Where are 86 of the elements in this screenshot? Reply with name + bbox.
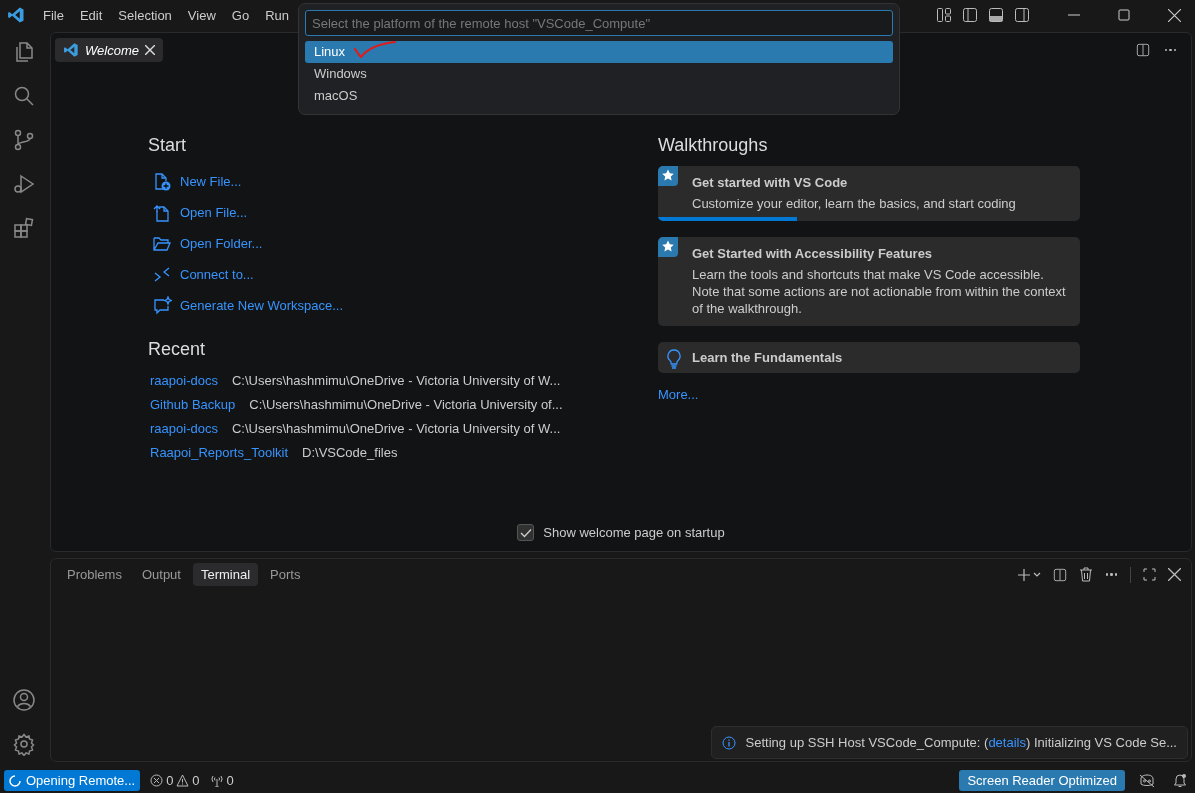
toggle-secondary-sidebar-icon[interactable] bbox=[1014, 7, 1030, 23]
details-link[interactable]: details bbox=[988, 735, 1026, 750]
more-link[interactable]: More... bbox=[658, 387, 1080, 402]
menu-item[interactable]: View bbox=[179, 7, 224, 23]
walkthrough-card[interactable]: Get started with VS Code Customize your editor, learn the basics, and start coding bbox=[658, 166, 1080, 221]
screen-reader-button[interactable]: Screen Reader Optimized bbox=[959, 770, 1125, 791]
recent-project-link[interactable]: raapoi-docs bbox=[150, 372, 218, 388]
customize-layout-icon[interactable] bbox=[936, 7, 952, 23]
maximize-icon[interactable] bbox=[1118, 9, 1130, 21]
panel-tab[interactable]: Output bbox=[133, 563, 189, 586]
walkthrough-title: Learn the Fundamentals bbox=[692, 350, 844, 365]
recent-project-link[interactable]: Github Backup bbox=[150, 396, 236, 412]
menu-item[interactable]: File bbox=[35, 7, 72, 23]
lightbulb-icon bbox=[666, 349, 682, 369]
close-icon[interactable] bbox=[1168, 8, 1181, 22]
warning-icon bbox=[176, 774, 190, 787]
copilot-icon[interactable] bbox=[1139, 773, 1155, 788]
recent-path: D:\VSCode_files bbox=[302, 444, 398, 460]
recent-path: C:\Users\hashmimu\OneDrive - Victoria University of... bbox=[249, 396, 563, 412]
walkthrough-description: Customize your editor, learn the basics, and start coding bbox=[692, 195, 1017, 212]
section-heading: Recent bbox=[148, 339, 207, 360]
toggle-sidebar-icon[interactable] bbox=[962, 7, 978, 23]
settings-icon[interactable] bbox=[12, 732, 36, 756]
error-icon bbox=[150, 774, 164, 787]
source-control-icon[interactable] bbox=[12, 128, 36, 152]
ports-count: 0 bbox=[226, 773, 234, 788]
extensions-icon[interactable] bbox=[12, 216, 36, 240]
new-file-icon bbox=[152, 171, 172, 192]
search-icon[interactable] bbox=[12, 84, 36, 108]
tab-label: Welcome bbox=[85, 42, 139, 58]
section-heading: Start bbox=[148, 135, 187, 156]
problems-status[interactable]: 0 0 bbox=[150, 773, 200, 788]
menu-item[interactable]: Run bbox=[257, 7, 297, 23]
walkthrough-title: Get started with VS Code bbox=[692, 175, 849, 190]
remote-status-button[interactable]: Opening Remote... bbox=[4, 770, 141, 791]
trash-icon[interactable] bbox=[1078, 567, 1093, 582]
walkthrough-description: Learn the tools and shortcuts that make VS Code accessible. Note that some actions are not actionable from within the context of the walkthrough. bbox=[692, 266, 1067, 317]
start-link[interactable]: Connect to... bbox=[180, 267, 254, 282]
error-count: 0 bbox=[166, 773, 174, 788]
spinner-icon bbox=[9, 774, 21, 787]
menu-item[interactable]: Edit bbox=[71, 7, 111, 23]
toggle-panel-icon[interactable] bbox=[988, 7, 1004, 23]
split-terminal-icon[interactable] bbox=[1052, 567, 1067, 582]
walkthrough-card[interactable]: Get Started with Accessibility Features Learn the tools and shortcuts that make VS Code accessible. Note that some actions are not actionable from within the context of the walkthrough. bbox=[658, 237, 1080, 326]
vscode-logo-icon bbox=[63, 42, 79, 58]
checkbox[interactable] bbox=[517, 524, 535, 541]
platform-option[interactable]: Linux bbox=[305, 41, 893, 63]
start-link[interactable]: Generate New Workspace... bbox=[180, 298, 344, 313]
start-link[interactable]: Open File... bbox=[180, 205, 248, 220]
star-badge-icon bbox=[658, 166, 678, 186]
warning-count: 0 bbox=[192, 773, 200, 788]
editor-tab[interactable]: Welcome bbox=[55, 38, 163, 62]
ports-status[interactable]: 0 bbox=[209, 773, 234, 788]
star-badge-icon bbox=[658, 237, 678, 257]
bell-icon[interactable] bbox=[1173, 773, 1187, 788]
notification-message: Setting up SSH Host VSCode_Compute: (details) Initializing VS Code Se... bbox=[745, 735, 1177, 750]
recent-path: C:\Users\hashmimu\OneDrive - Victoria University of W... bbox=[231, 420, 561, 436]
walkthrough-title: Get Started with Accessibility Features bbox=[692, 246, 934, 261]
antenna-icon bbox=[209, 774, 224, 787]
platform-search-field[interactable]: Select the platform of the remote host "VSCode_Compute" bbox=[305, 10, 893, 36]
walkthrough-card[interactable]: Learn the Fundamentals bbox=[658, 342, 1080, 373]
section-heading: Walkthroughs bbox=[658, 135, 769, 156]
checkbox-label: Show welcome page on startup bbox=[543, 525, 725, 540]
maximize-panel-icon[interactable] bbox=[1143, 568, 1156, 581]
start-link[interactable]: New File... bbox=[180, 174, 242, 189]
panel-tab[interactable]: Ports bbox=[262, 563, 309, 586]
start-link[interactable]: Open Folder... bbox=[180, 236, 263, 251]
chat-sparkle-icon bbox=[152, 295, 172, 316]
split-editor-icon[interactable] bbox=[1135, 43, 1150, 57]
panel-tab[interactable]: Terminal bbox=[192, 563, 259, 586]
menu-item[interactable]: Go bbox=[223, 7, 258, 23]
recent-project-link[interactable]: raapoi-docs bbox=[150, 420, 218, 436]
new-terminal-icon[interactable] bbox=[1016, 567, 1041, 582]
recent-project-link[interactable]: Raapoi_Reports_Toolkit bbox=[150, 444, 289, 460]
close-icon[interactable] bbox=[1168, 568, 1181, 581]
platform-option[interactable]: Windows bbox=[305, 63, 893, 85]
recent-path: C:\Users\hashmimu\OneDrive - Victoria University of W... bbox=[231, 372, 561, 388]
close-icon[interactable] bbox=[144, 45, 155, 55]
app-logo-icon bbox=[7, 6, 25, 24]
account-icon[interactable] bbox=[12, 688, 36, 712]
checkmark-drawing bbox=[353, 40, 397, 58]
menu-item[interactable]: Selection bbox=[110, 7, 180, 23]
run-debug-icon[interactable] bbox=[12, 172, 36, 196]
platform-option[interactable]: macOS bbox=[305, 85, 893, 107]
panel-tab[interactable]: Problems bbox=[59, 563, 130, 586]
info-icon bbox=[721, 735, 736, 750]
